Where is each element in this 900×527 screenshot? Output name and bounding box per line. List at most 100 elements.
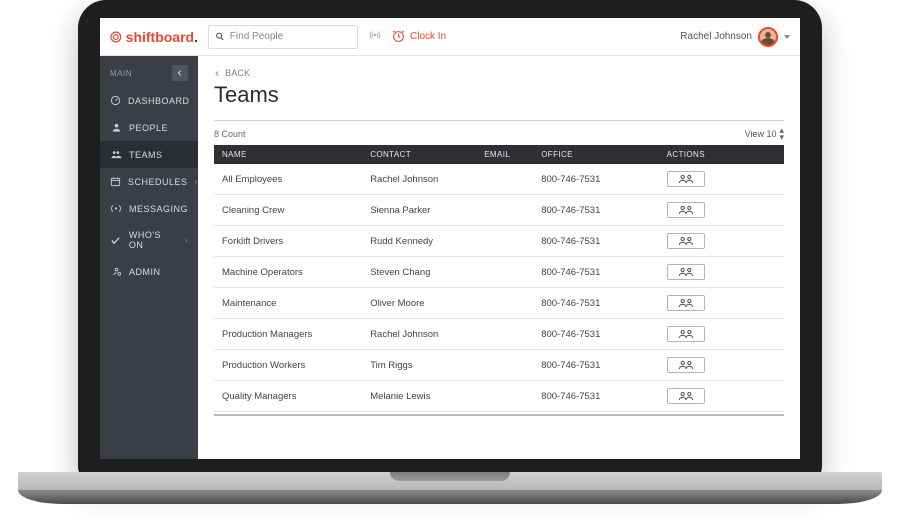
user-name: Rachel Johnson — [680, 31, 752, 42]
logo[interactable]: shiftboard. — [100, 29, 198, 45]
teams-table: NAME CONTACT EMAIL OFFICE ACTIONS All Em… — [214, 145, 784, 412]
cell-name: Machine Operators — [214, 257, 362, 288]
chevron-right-icon: › — [185, 236, 188, 245]
teams-icon — [110, 149, 122, 160]
sidebar-item-label: WHO'S ON — [129, 230, 178, 250]
cell-contact: Sienna Parker — [362, 195, 476, 226]
cell-office: 800-746-7531 — [533, 195, 658, 226]
admin-icon — [110, 266, 122, 277]
chevron-left-icon — [176, 69, 184, 77]
chevron-right-icon: › — [195, 177, 198, 186]
table-row[interactable]: All EmployeesRachel Johnson 800-746-7531 — [214, 164, 784, 195]
cell-contact: Tim Riggs — [362, 350, 476, 381]
broadcast-icon[interactable] — [368, 28, 382, 46]
team-action-button[interactable] — [667, 202, 705, 218]
sidebar-section-label: MAIN — [100, 56, 198, 87]
col-header-office[interactable]: OFFICE — [533, 145, 658, 164]
cell-name: Maintenance — [214, 288, 362, 319]
cell-name: All Employees — [214, 164, 362, 195]
clock-in-label: Clock In — [410, 31, 446, 42]
logo-text: shiftboard — [126, 29, 194, 45]
cell-actions — [659, 164, 784, 195]
logo-dot: . — [194, 29, 198, 45]
schedules-icon — [110, 176, 121, 187]
cell-email — [476, 381, 533, 412]
count-label: 8 Count — [214, 129, 246, 139]
page-title: Teams — [214, 82, 784, 108]
dashboard-icon — [110, 95, 121, 106]
back-label: BACK — [225, 68, 250, 78]
logo-icon — [110, 30, 122, 44]
col-header-contact[interactable]: CONTACT — [362, 145, 476, 164]
cell-office: 800-746-7531 — [533, 164, 658, 195]
members-icon — [678, 267, 694, 277]
chevron-left-icon — [214, 70, 221, 77]
cell-actions — [659, 288, 784, 319]
user-menu[interactable]: Rachel Johnson — [680, 27, 790, 47]
table-row[interactable]: Machine OperatorsSteven Chang 800-746-753… — [214, 257, 784, 288]
sidebar-item-schedules[interactable]: SCHEDULES › — [100, 168, 198, 195]
sidebar-item-whos-on[interactable]: WHO'S ON › — [100, 222, 198, 258]
cell-office: 800-746-7531 — [533, 257, 658, 288]
sidebar-item-label: TEAMS — [129, 150, 163, 160]
sidebar: MAIN DASHBOARD PEOPLE — [100, 56, 198, 459]
sidebar-item-label: SCHEDULES — [128, 177, 188, 187]
back-link[interactable]: BACK — [214, 68, 784, 78]
cell-contact: Steven Chang — [362, 257, 476, 288]
sidebar-item-dashboard[interactable]: DASHBOARD — [100, 87, 198, 114]
sidebar-item-admin[interactable]: ADMIN — [100, 258, 198, 285]
members-icon — [678, 391, 694, 401]
members-icon — [678, 329, 694, 339]
cell-contact: Rudd Kennedy — [362, 226, 476, 257]
members-icon — [678, 236, 694, 246]
cell-office: 800-746-7531 — [533, 226, 658, 257]
col-header-email[interactable]: EMAIL — [476, 145, 533, 164]
members-icon — [678, 360, 694, 370]
table-row[interactable]: Cleaning CrewSienna Parker800-746-7531 — [214, 195, 784, 226]
sidebar-section-text: MAIN — [110, 69, 132, 78]
cell-contact: Rachel Johnson — [362, 164, 476, 195]
members-icon — [678, 205, 694, 215]
cell-name: Production Managers — [214, 319, 362, 350]
whos-on-icon — [110, 235, 122, 246]
cell-actions — [659, 381, 784, 412]
table-row[interactable]: Forklift DriversRudd Kennedy 800-746-7531 — [214, 226, 784, 257]
team-action-button[interactable] — [667, 171, 705, 187]
team-action-button[interactable] — [667, 264, 705, 280]
view-selector[interactable]: View 10 ▴▾ — [745, 127, 784, 141]
team-action-button[interactable] — [667, 233, 705, 249]
sidebar-item-people[interactable]: PEOPLE — [100, 114, 198, 141]
cell-actions — [659, 350, 784, 381]
cell-actions — [659, 257, 784, 288]
clock-in-button[interactable]: Clock In — [392, 30, 446, 43]
cell-contact: Rachel Johnson — [362, 319, 476, 350]
team-action-button[interactable] — [667, 357, 705, 373]
sidebar-item-label: ADMIN — [129, 267, 161, 277]
topbar: shiftboard. Clock In Rachel Johnson — [100, 18, 800, 56]
sidebar-item-messaging[interactable]: MESSAGING — [100, 195, 198, 222]
people-icon — [110, 122, 122, 133]
col-header-name[interactable]: NAME — [214, 145, 362, 164]
team-action-button[interactable] — [667, 326, 705, 342]
cell-contact: Melanie Lewis — [362, 381, 476, 412]
search-input[interactable] — [230, 31, 351, 42]
sort-arrows-icon: ▴▾ — [779, 127, 784, 141]
table-row[interactable]: Production ManagersRachel Johnson800-746… — [214, 319, 784, 350]
main-content: BACK Teams 8 Count View 10 ▴▾ — [198, 56, 800, 459]
sidebar-collapse-button[interactable] — [172, 65, 188, 81]
laptop-frame: shiftboard. Clock In Rachel Johnson — [78, 0, 822, 479]
cell-actions — [659, 195, 784, 226]
sidebar-item-label: PEOPLE — [129, 123, 168, 133]
sidebar-item-teams[interactable]: TEAMS — [100, 141, 198, 168]
search-box[interactable] — [208, 25, 358, 49]
cell-email — [476, 257, 533, 288]
table-row[interactable]: Production WorkersTim Riggs800-746-7531 — [214, 350, 784, 381]
table-row[interactable]: MaintenanceOliver Moore800-746-7531 — [214, 288, 784, 319]
cell-office: 800-746-7531 — [533, 288, 658, 319]
team-action-button[interactable] — [667, 295, 705, 311]
table-row[interactable]: Quality ManagersMelanie Lewis800-746-753… — [214, 381, 784, 412]
cell-name: Production Workers — [214, 350, 362, 381]
messaging-icon — [110, 203, 122, 214]
team-action-button[interactable] — [667, 388, 705, 404]
cell-name: Forklift Drivers — [214, 226, 362, 257]
